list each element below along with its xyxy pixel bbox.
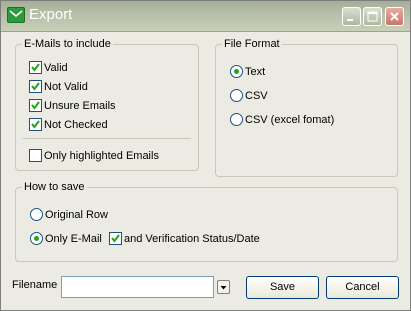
csv-label: CSV	[245, 90, 268, 102]
only-email-radio[interactable]	[30, 232, 43, 245]
check-icon	[31, 63, 40, 72]
valid-label: Valid	[44, 62, 68, 74]
emails-group: E-Mails to include Valid Not Valid Unsur…	[15, 38, 199, 171]
save-button[interactable]: Save	[246, 276, 319, 299]
envelope-icon	[7, 7, 25, 23]
only-email-label: Only E-Mail	[45, 233, 102, 245]
maximize-icon	[367, 11, 378, 22]
original-row-label: Original Row	[45, 209, 108, 221]
file-format-group: File Format Text CSV CSV (excel fomat)	[215, 38, 398, 177]
text-radio[interactable]	[230, 65, 243, 78]
filename-input[interactable]	[61, 276, 214, 298]
only-highlighted-label: Only highlighted Emails	[44, 150, 159, 162]
only-highlighted-checkbox[interactable]	[29, 149, 42, 162]
check-icon	[111, 234, 120, 243]
emails-group-legend: E-Mails to include	[22, 38, 113, 51]
maximize-button[interactable]	[363, 7, 382, 26]
not-valid-label: Not Valid	[44, 81, 88, 93]
close-button[interactable]	[385, 7, 404, 26]
export-dialog: Export E-Mails to include Valid Not Vali…	[0, 0, 411, 311]
not-valid-checkbox[interactable]	[29, 80, 42, 93]
chevron-down-icon	[220, 286, 227, 290]
filename-label: Filename	[12, 279, 58, 291]
radio-selected-dot	[234, 69, 239, 74]
not-checked-checkbox[interactable]	[29, 118, 42, 131]
file-format-legend: File Format	[222, 38, 282, 51]
check-icon	[31, 82, 40, 91]
verification-status-label: and Verification Status/Date	[124, 233, 260, 245]
unsure-emails-label: Unsure Emails	[44, 100, 116, 112]
filename-dropdown-button[interactable]	[217, 280, 230, 294]
emails-group-divider	[23, 138, 191, 139]
close-icon	[390, 12, 399, 21]
check-icon	[31, 101, 40, 110]
cancel-button[interactable]: Cancel	[326, 276, 399, 299]
verification-status-checkbox[interactable]	[109, 232, 122, 245]
csv-radio[interactable]	[230, 89, 243, 102]
minimize-icon	[347, 19, 353, 21]
how-to-save-group: How to save Original Row Only E-Mail and…	[15, 181, 398, 262]
csv-excel-radio[interactable]	[230, 113, 243, 126]
minimize-button[interactable]	[342, 7, 361, 26]
valid-checkbox[interactable]	[29, 61, 42, 74]
check-icon	[31, 120, 40, 129]
window-title: Export	[29, 6, 73, 23]
unsure-emails-checkbox[interactable]	[29, 99, 42, 112]
csv-excel-label: CSV (excel fomat)	[245, 114, 335, 126]
original-row-radio[interactable]	[30, 208, 43, 221]
text-label: Text	[245, 66, 266, 78]
not-checked-label: Not Checked	[44, 119, 108, 131]
how-to-save-legend: How to save	[22, 181, 87, 194]
radio-selected-dot	[34, 236, 39, 241]
title-bar[interactable]: Export	[1, 1, 410, 32]
